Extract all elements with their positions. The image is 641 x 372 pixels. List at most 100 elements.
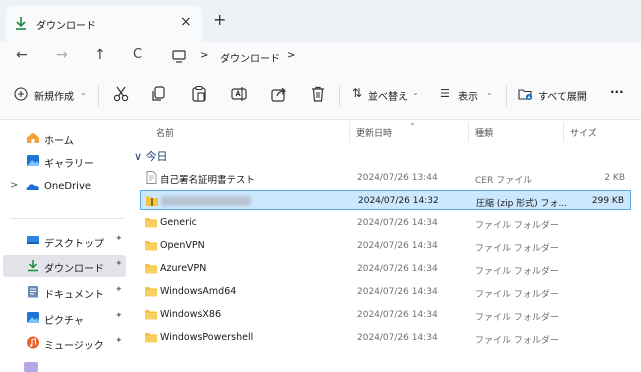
computer-icon[interactable] (172, 50, 186, 63)
file-name: AzureVPN (160, 263, 207, 274)
sidebar-item-pictures[interactable]: ピクチャ ✦ (0, 307, 131, 329)
column-header-type[interactable]: 種類 (475, 126, 493, 139)
file-row[interactable]: 自己署名証明書テスト 2024/07/26 13:44 CER ファイル 2 K… (140, 168, 631, 188)
sidebar-item-onedrive[interactable]: > OneDrive (0, 176, 131, 198)
folder-icon (145, 333, 157, 343)
file-name: WindowsX86 (160, 309, 222, 320)
sidebar-item-label: デスクトップ (44, 239, 104, 250)
chevron-down-icon: ⌄ (412, 88, 419, 97)
certificate-file-icon (146, 171, 157, 184)
sort-button[interactable]: ⇅ 並べ替え ⌄ (350, 84, 422, 106)
file-list: 名前 更新日時 ⌄ 種類 サイズ ∨ 今日 自己署名証明書テスト 2024/07… (132, 118, 641, 372)
pin-icon[interactable]: ✦ (115, 336, 123, 346)
expand-chevron-icon[interactable]: > (10, 180, 18, 191)
file-row-selected[interactable]: 2024/07/26 14:32 圧縮 (zip 形式) フォ... 299 K… (140, 190, 631, 210)
sidebar-item-label: ギャラリー (44, 159, 94, 170)
folder-row[interactable]: Generic 2024/07/26 14:34 ファイル フォルダー (140, 213, 631, 233)
folder-icon (145, 287, 157, 297)
divider (98, 86, 99, 106)
chevron-down-icon: ⌄ (486, 88, 493, 97)
folder-icon (145, 310, 157, 320)
file-type: ファイル フォルダー (475, 244, 559, 254)
new-button-label: 新規作成 (34, 92, 74, 103)
sidebar-item-label: ホーム (44, 136, 74, 147)
sidebar-item-label: ピクチャ (44, 316, 84, 327)
file-name: WindowsAmd64 (160, 286, 237, 297)
folder-row[interactable]: WindowsPowershell 2024/07/26 14:34 ファイル … (140, 328, 631, 348)
folder-icon (145, 218, 157, 228)
sidebar-item-label: OneDrive (44, 181, 92, 192)
more-options-button[interactable]: ··· (610, 85, 624, 99)
view-button[interactable]: ☰ 表示 ⌄ (438, 84, 498, 106)
folder-icon (145, 264, 157, 274)
new-button[interactable]: 新規作成 ⌄ (12, 84, 90, 106)
folder-row[interactable]: WindowsAmd64 2024/07/26 14:34 ファイル フォルダー (140, 282, 631, 302)
file-size: 2 KB (604, 173, 625, 183)
videos-icon (24, 362, 38, 372)
folder-icon (145, 241, 157, 251)
breadcrumb-separator-end[interactable]: > (287, 50, 295, 61)
column-header-name[interactable]: 名前 (156, 126, 174, 139)
file-name: WindowsPowershell (160, 332, 254, 343)
forward-button[interactable]: → (56, 47, 68, 63)
rename-icon[interactable] (230, 85, 248, 103)
back-button[interactable]: ← (16, 47, 28, 63)
file-type: CER ファイル (475, 176, 533, 186)
pin-icon[interactable]: ✦ (115, 285, 123, 295)
redacted-file-name (161, 196, 251, 206)
file-name: Generic (160, 217, 197, 228)
sidebar-item-gallery[interactable]: ギャラリー (0, 150, 131, 172)
column-header-size[interactable]: サイズ (570, 126, 597, 139)
paste-icon[interactable] (190, 85, 208, 103)
pin-icon[interactable]: ✦ (115, 259, 123, 269)
command-bar: 新規作成 ⌄ ⇅ 並べ替え ⌄ ☰ 表示 ⌄ すべて展開 ··· (0, 72, 641, 120)
folder-row[interactable]: OpenVPN 2024/07/26 14:34 ファイル フォルダー (140, 236, 631, 256)
folder-row[interactable]: WindowsX86 2024/07/26 14:34 ファイル フォルダー (140, 305, 631, 325)
column-header-modified[interactable]: 更新日時 (356, 126, 392, 139)
home-icon (27, 132, 39, 143)
refresh-button[interactable]: C (133, 47, 142, 62)
sidebar-item-music[interactable]: ミュージック ✦ (0, 332, 131, 354)
extract-icon (518, 89, 532, 100)
sidebar-item-documents[interactable]: ドキュメント ✦ (0, 281, 131, 303)
sidebar-item-downloads[interactable]: ダウンロード ✦ (3, 255, 126, 277)
documents-icon (28, 286, 38, 298)
group-header-today[interactable]: ∨ 今日 (134, 148, 168, 164)
cut-icon[interactable] (112, 85, 130, 103)
file-type: ファイル フォルダー (475, 267, 559, 277)
sidebar-item-desktop[interactable]: デスクトップ ✦ (0, 230, 131, 252)
new-tab-button[interactable]: + (213, 10, 226, 29)
pin-icon[interactable]: ✦ (115, 234, 123, 244)
file-type: 圧縮 (zip 形式) フォ... (476, 199, 568, 209)
chevron-down-icon: ⌄ (80, 88, 87, 97)
download-icon (16, 17, 26, 30)
view-button-label: 表示 (458, 92, 478, 103)
view-list-icon: ☰ (440, 87, 450, 100)
delete-icon[interactable] (309, 85, 327, 103)
address-bar: ← → ↑ C > ダウンロード > (0, 42, 641, 72)
sort-button-label: 並べ替え (368, 92, 408, 103)
up-button[interactable]: ↑ (94, 47, 106, 63)
file-type: ファイル フォルダー (475, 336, 559, 346)
group-label: 今日 (145, 150, 168, 163)
breadcrumb-current[interactable]: ダウンロード (220, 50, 280, 65)
sidebar-item-label: ドキュメント (44, 290, 104, 301)
share-icon[interactable] (270, 85, 288, 103)
sidebar-item-home[interactable]: ホーム (0, 127, 131, 149)
breadcrumb-separator[interactable]: > (200, 50, 208, 61)
file-modified: 2024/07/26 14:34 (357, 241, 438, 251)
expand-all-button[interactable]: すべて展開 (516, 84, 598, 106)
tab-title: ダウンロード (36, 21, 96, 32)
onedrive-icon (26, 184, 39, 190)
folder-row[interactable]: AzureVPN 2024/07/26 14:34 ファイル フォルダー (140, 259, 631, 279)
column-divider (349, 122, 350, 142)
sidebar-divider (10, 218, 124, 219)
file-size: 299 KB (591, 196, 624, 206)
tab-close-button[interactable]: × (180, 14, 192, 30)
pin-icon[interactable]: ✦ (115, 311, 123, 321)
file-modified: 2024/07/26 14:34 (357, 264, 438, 274)
tab-downloads[interactable]: ダウンロード × (6, 6, 202, 42)
collapse-chevron-icon: ∨ (134, 150, 143, 163)
file-modified: 2024/07/26 13:44 (357, 173, 438, 183)
copy-icon[interactable] (150, 85, 168, 103)
